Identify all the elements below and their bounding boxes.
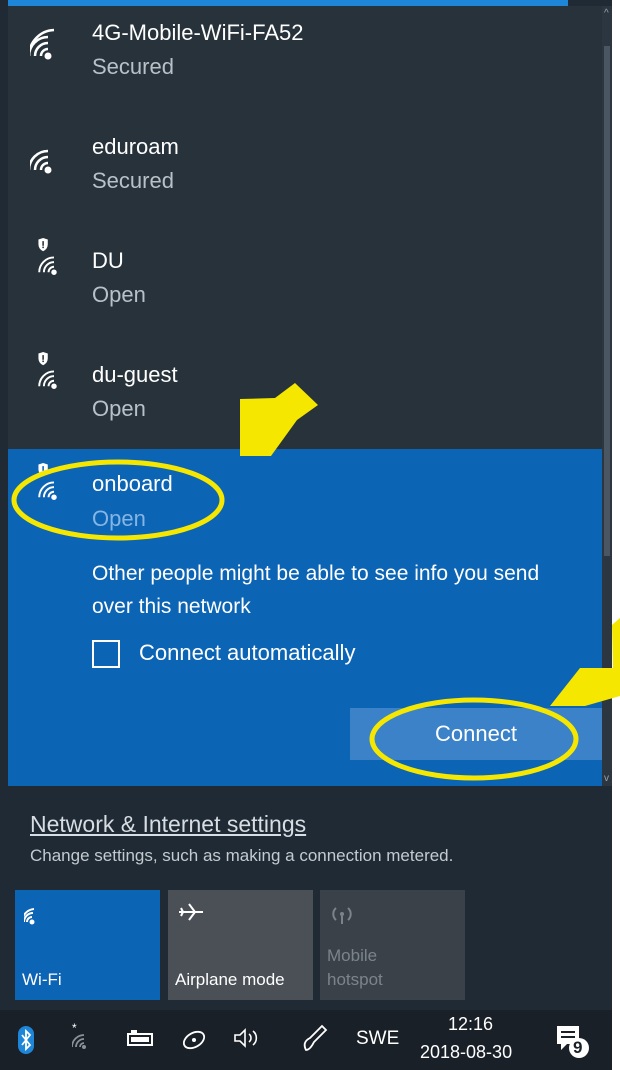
annotation-circle-network — [11, 459, 225, 541]
annotation-arrow-network — [240, 383, 318, 456]
annotation-overlay — [11, 383, 620, 781]
annotation-arrow-connect — [550, 618, 620, 706]
annotation-circle-connect — [369, 697, 579, 781]
